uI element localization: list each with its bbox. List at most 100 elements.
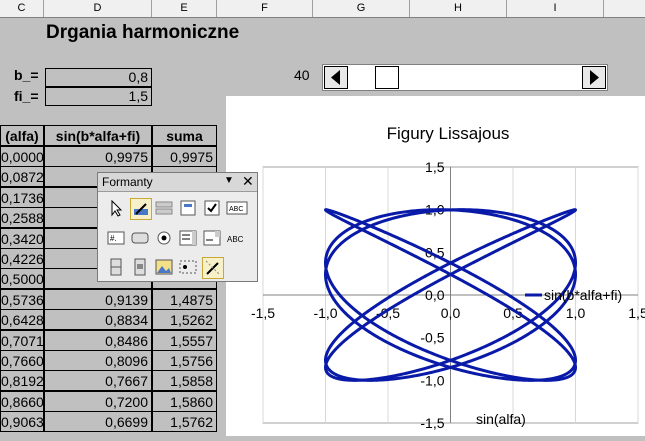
- x-tick-label: 0,0: [441, 305, 461, 321]
- legend-entry: sin(b*alfa+fi): [544, 287, 622, 303]
- svg-text:#.: #.: [110, 234, 117, 243]
- column-heading[interactable]: (alfa): [0, 125, 44, 146]
- table-cell[interactable]: 0,3420: [0, 227, 44, 249]
- cursor-arrow-icon: [111, 199, 123, 217]
- button-tool[interactable]: [130, 228, 152, 250]
- group-box-icon: [179, 260, 197, 274]
- x-tick-label: 1,0: [566, 305, 586, 321]
- column-header-i[interactable]: I: [507, 0, 604, 17]
- lissajous-chart: Figury Lissajous -1,5 -1,0 -0,5 0,0 0,5 1,0 1,…: [251, 124, 645, 431]
- column-header-c[interactable]: C: [0, 0, 44, 17]
- table-cell[interactable]: 0,8192: [0, 370, 44, 392]
- svg-text:ABC: ABC: [229, 206, 243, 213]
- arrow-left-icon: [331, 70, 340, 85]
- pointer-tool[interactable]: [106, 198, 128, 220]
- label-field-tool[interactable]: ABC: [226, 228, 248, 250]
- design-mode-toggle-tool[interactable]: [202, 257, 224, 279]
- scrollbar-icon: [134, 258, 146, 276]
- column-header-h[interactable]: H: [410, 0, 507, 17]
- column-heading[interactable]: suma: [152, 125, 217, 146]
- scrollbar-tool[interactable]: [130, 257, 152, 279]
- y-tick-label: 0,0: [425, 287, 445, 303]
- table-cell[interactable]: 0,2588: [0, 207, 44, 229]
- column-header-g[interactable]: G: [313, 0, 410, 17]
- image-control-icon: [155, 259, 173, 275]
- table-cell[interactable]: 0,8096: [44, 350, 152, 371]
- ruler-pencil-icon: [134, 203, 148, 215]
- properties-icon: [155, 201, 173, 215]
- param-label-b: b_=: [14, 67, 39, 83]
- image-control-tool[interactable]: [154, 257, 176, 279]
- list-box-icon: [179, 230, 197, 246]
- combo-box-icon: [203, 230, 221, 246]
- table-cell[interactable]: 0,7071: [0, 329, 44, 351]
- y-tick-label: 1,5: [425, 159, 445, 175]
- list-box-tool[interactable]: [178, 228, 200, 250]
- table-cell[interactable]: 0,9139: [44, 288, 152, 310]
- table-cell[interactable]: 0,9063: [0, 411, 44, 433]
- y-tick-label: -0,5: [420, 330, 444, 346]
- label-tool[interactable]: ABC: [226, 198, 248, 220]
- table-cell[interactable]: 1,5557: [152, 329, 217, 351]
- column-header-f[interactable]: F: [217, 0, 313, 17]
- column-header-d[interactable]: D: [44, 0, 152, 17]
- table-cell[interactable]: 1,4875: [152, 288, 217, 310]
- table-cell[interactable]: 0,8486: [44, 329, 152, 351]
- table-cell[interactable]: 1,5756: [152, 350, 217, 371]
- slider-left-button[interactable]: [324, 66, 348, 89]
- svg-text:ABC: ABC: [227, 235, 244, 244]
- param-value-fi[interactable]: 1,5: [45, 87, 152, 106]
- checkbox-icon: [204, 200, 220, 216]
- table-cell[interactable]: 0,5000: [0, 268, 44, 290]
- checkbox-tool[interactable]: [202, 198, 224, 220]
- toolbar-titlebar[interactable]: Formanty ▼ ✕: [98, 173, 257, 192]
- column-heading[interactable]: sin(b*alfa+fi): [44, 125, 152, 146]
- table-cell[interactable]: 0,5736: [0, 288, 44, 310]
- table-cell[interactable]: 0,9975: [44, 146, 152, 167]
- table-cell[interactable]: 0,6428: [0, 309, 44, 331]
- group-box-tool[interactable]: [178, 257, 200, 279]
- table-cell[interactable]: 0,6699: [44, 411, 152, 433]
- table-cell[interactable]: 0,7200: [44, 390, 152, 412]
- dropdown-arrow-icon[interactable]: ▼: [224, 175, 234, 186]
- slider-thumb[interactable]: [375, 66, 399, 89]
- table-cell[interactable]: 1,5860: [152, 390, 217, 412]
- table-cell[interactable]: 0,1736: [0, 186, 44, 208]
- chart-area[interactable]: Figury Lissajous -1,5 -1,0 -0,5 0,0 0,5 1,0 1,…: [226, 96, 645, 436]
- param-value-b[interactable]: 0,8: [45, 68, 152, 87]
- text-box-tool[interactable]: #.: [106, 228, 128, 250]
- table-cell[interactable]: 0,8660: [0, 390, 44, 412]
- forms-toolbar[interactable]: Formanty ▼ ✕ ABC #. ABC: [97, 172, 258, 282]
- label-text-icon: ABC: [227, 235, 244, 244]
- option-button-tool[interactable]: [154, 228, 176, 250]
- table-cell[interactable]: 0,7660: [0, 350, 44, 371]
- spin-button-icon: [110, 258, 122, 276]
- arrow-right-icon: [590, 70, 599, 85]
- close-icon[interactable]: ✕: [242, 173, 254, 190]
- chart-title: Figury Lissajous: [387, 124, 510, 143]
- table-cell[interactable]: 0,8834: [44, 309, 152, 331]
- column-header-e[interactable]: E: [152, 0, 217, 17]
- scrollbar-slider[interactable]: [322, 64, 608, 91]
- x-tick-label: 1,5: [628, 305, 645, 321]
- x-axis-label: sin(alfa): [476, 411, 526, 427]
- radio-button-icon: [157, 231, 171, 245]
- form-tool[interactable]: [178, 198, 200, 220]
- sheet-title: Drgania harmoniczne: [46, 22, 240, 43]
- table-cell[interactable]: 1,5762: [152, 411, 217, 433]
- design-mode-tool[interactable]: [130, 198, 152, 220]
- table-cell[interactable]: 1,5858: [152, 370, 217, 392]
- table-cell[interactable]: 0,7667: [44, 370, 152, 392]
- combo-box-tool[interactable]: [202, 228, 224, 250]
- properties-tool[interactable]: [154, 198, 176, 220]
- slider-right-button[interactable]: [582, 66, 606, 89]
- design-wand-icon: [205, 260, 221, 276]
- table-cell[interactable]: 0,0000: [0, 146, 44, 167]
- table-cell[interactable]: 0,0872: [0, 166, 44, 188]
- toolbar-title: Formanty: [102, 175, 153, 189]
- table-cell[interactable]: 1,5262: [152, 309, 217, 331]
- table-cell[interactable]: 0,9975: [152, 146, 217, 167]
- table-cell[interactable]: 0,4226: [0, 248, 44, 269]
- y-tick-label: -1,5: [420, 415, 444, 431]
- spin-button-tool[interactable]: [106, 257, 128, 279]
